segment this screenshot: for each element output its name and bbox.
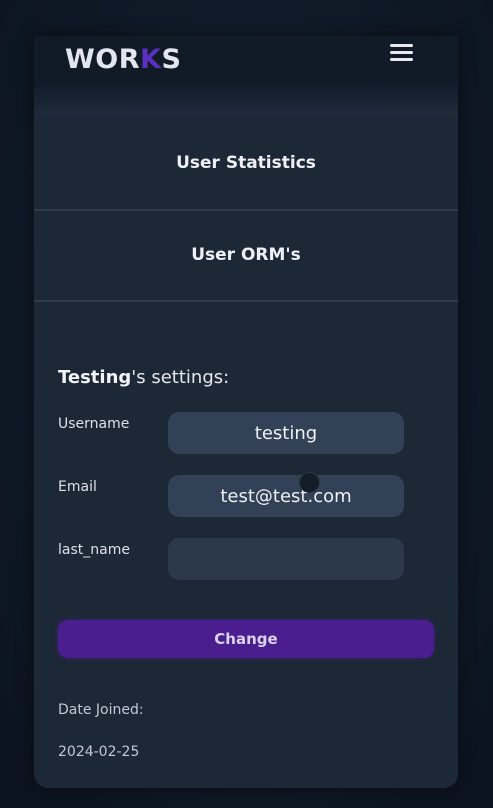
settings-title-suffix: 's settings: xyxy=(131,367,230,388)
change-button[interactable]: Change xyxy=(58,620,434,658)
settings-title: Testing's settings: xyxy=(58,367,229,388)
username-label: Username xyxy=(58,416,130,432)
settings-username: Testing xyxy=(58,367,132,388)
nav-item-user-orms[interactable]: User ORM's xyxy=(34,209,458,302)
hamburger-bar xyxy=(390,51,413,54)
top-navbar: WORKS xyxy=(34,36,458,118)
logo-text-suffix: S xyxy=(161,44,182,75)
email-field[interactable] xyxy=(168,475,404,517)
date-joined-value: 2024-02-25 xyxy=(58,744,140,760)
date-joined-label: Date Joined: xyxy=(58,702,144,718)
last-name-label: last_name xyxy=(58,542,130,558)
logo-text-accent: K xyxy=(140,44,162,75)
last-name-field[interactable] xyxy=(168,538,404,580)
hamburger-bar xyxy=(390,58,413,61)
email-label: Email xyxy=(58,479,97,495)
main-card: WORKS User Statistics User ORM's Testing… xyxy=(34,36,458,788)
page: WORKS User Statistics User ORM's Testing… xyxy=(0,0,493,808)
nav-item-user-statistics[interactable]: User Statistics xyxy=(34,118,458,211)
brand-logo[interactable]: WORKS xyxy=(65,44,181,75)
hamburger-menu-icon[interactable] xyxy=(389,42,415,62)
mouse-cursor-dot xyxy=(299,472,320,493)
logo-text-prefix: WOR xyxy=(65,44,141,75)
username-field[interactable] xyxy=(168,412,404,454)
hamburger-bar xyxy=(390,44,413,47)
